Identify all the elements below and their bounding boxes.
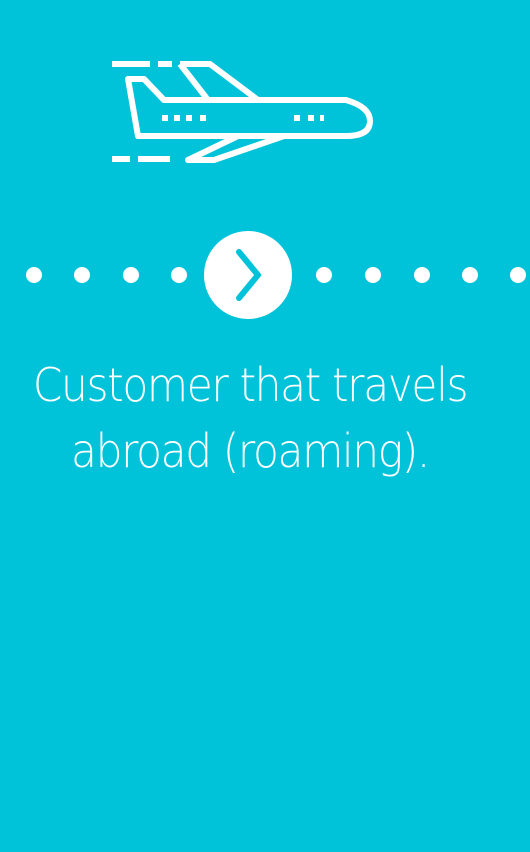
pagination-dot bbox=[26, 267, 42, 283]
pagination-dot bbox=[462, 267, 478, 283]
chevron-right-icon bbox=[236, 249, 261, 301]
pagination bbox=[0, 231, 530, 319]
pagination-dot bbox=[510, 267, 526, 283]
caption-line-2: abroad (roaming). bbox=[71, 424, 430, 478]
airplane-icon bbox=[108, 55, 378, 170]
caption: Customer that travels abroad (roaming). bbox=[20, 352, 480, 484]
next-button[interactable] bbox=[204, 231, 292, 319]
caption-line-1: Customer that travels bbox=[32, 358, 469, 412]
pagination-dot bbox=[171, 267, 187, 283]
pagination-dot bbox=[74, 267, 90, 283]
pagination-dot bbox=[365, 267, 381, 283]
pagination-dot bbox=[414, 267, 430, 283]
pagination-dot bbox=[123, 267, 139, 283]
pagination-dot bbox=[316, 267, 332, 283]
